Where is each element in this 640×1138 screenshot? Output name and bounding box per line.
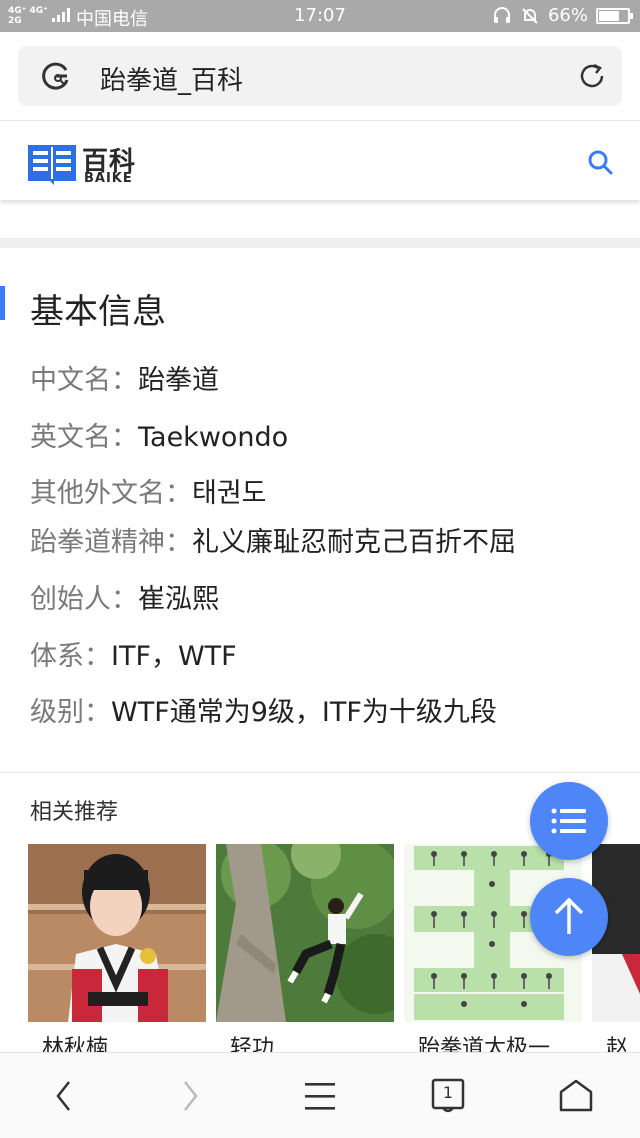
card-caption: 跆拳道太极一	[418, 1036, 551, 1054]
browser-toolbar: 跆拳道_百科	[0, 32, 640, 120]
home-button[interactable]	[526, 1053, 626, 1138]
info-key: 其他外文名：	[30, 478, 192, 509]
info-value: 崔泓熙	[138, 584, 219, 615]
related-title: 相关推荐	[30, 800, 119, 825]
info-key: 跆拳道精神：	[30, 527, 192, 558]
info-value: 跆拳道	[138, 365, 219, 396]
battery-percent: 66%	[547, 5, 588, 26]
info-key: 中文名：	[30, 365, 138, 396]
info-row: 英文名：Taekwondo	[30, 415, 288, 454]
table-of-contents-button[interactable]	[530, 782, 608, 860]
info-value: 태권도	[192, 478, 267, 509]
info-value: ITF，WTF	[111, 641, 237, 672]
search-engine-icon[interactable]	[40, 60, 72, 92]
info-row: 创始人：崔泓熙	[30, 577, 219, 616]
back-to-top-button[interactable]	[530, 878, 608, 956]
battery-icon	[596, 7, 633, 24]
info-value: Taekwondo	[138, 422, 289, 453]
card-caption: 轻功	[230, 1036, 275, 1054]
status-bar: 4G⁺ 4G⁺ 2G 中国电信 17:07 66%	[0, 0, 640, 32]
info-key: 英文名：	[30, 422, 138, 453]
arrow-up-icon	[554, 897, 584, 934]
section-separator	[0, 238, 640, 248]
search-icon[interactable]	[586, 148, 614, 176]
info-row: 跆拳道精神：礼义廉耻忍耐克己百折不屈	[30, 520, 516, 559]
info-row: 级别：WTF通常为9级，ITF为十级九段	[30, 690, 497, 729]
related-card[interactable]: 林秋楠	[28, 844, 206, 1054]
info-row: 中文名：跆拳道	[30, 358, 219, 397]
baike-logo[interactable]: 百科 BAIKE	[28, 141, 138, 187]
card-caption: 林秋楠	[42, 1036, 109, 1054]
info-key: 创始人：	[30, 584, 138, 615]
section-accent-bar	[0, 286, 5, 320]
card-image	[28, 844, 206, 1022]
card-image	[216, 844, 394, 1022]
divider	[0, 772, 640, 773]
info-key: 级别：	[30, 697, 111, 728]
info-value: 礼义廉耻忍耐克己百折不屈	[192, 527, 516, 558]
reload-icon[interactable]	[576, 60, 608, 92]
tabs-count: 1	[442, 1083, 454, 1102]
mute-bell-icon	[522, 7, 538, 24]
menu-button[interactable]	[270, 1053, 370, 1138]
tabs-icon: 1	[431, 1078, 465, 1114]
address-bar[interactable]: 跆拳道_百科	[18, 46, 622, 106]
related-card[interactable]: 轻功	[216, 844, 394, 1054]
chevron-right-icon	[184, 1081, 198, 1111]
menu-icon	[305, 1083, 335, 1110]
list-icon	[551, 808, 586, 834]
info-key: 体系：	[30, 641, 111, 672]
info-row: 体系：ITF，WTF	[30, 634, 237, 673]
forward-button[interactable]	[140, 1053, 240, 1138]
basic-info-title: 基本信息	[30, 292, 166, 332]
browser-bottom-nav: 1	[0, 1052, 640, 1138]
url-text[interactable]: 跆拳道_百科	[100, 60, 243, 97]
card-caption: 赵	[606, 1036, 629, 1054]
home-icon	[559, 1079, 593, 1112]
info-value: WTF通常为9级，ITF为十级九段	[111, 697, 497, 728]
tabs-button[interactable]: 1	[398, 1053, 498, 1138]
chevron-left-icon	[56, 1081, 70, 1111]
book-logo-icon	[28, 145, 76, 185]
back-button[interactable]	[14, 1053, 114, 1138]
logo-text-en: BAIKE	[84, 171, 133, 186]
headset-icon	[493, 6, 510, 23]
info-row: 其他外文名：태권도	[30, 471, 267, 510]
baike-header: 百科 BAIKE	[0, 120, 640, 200]
